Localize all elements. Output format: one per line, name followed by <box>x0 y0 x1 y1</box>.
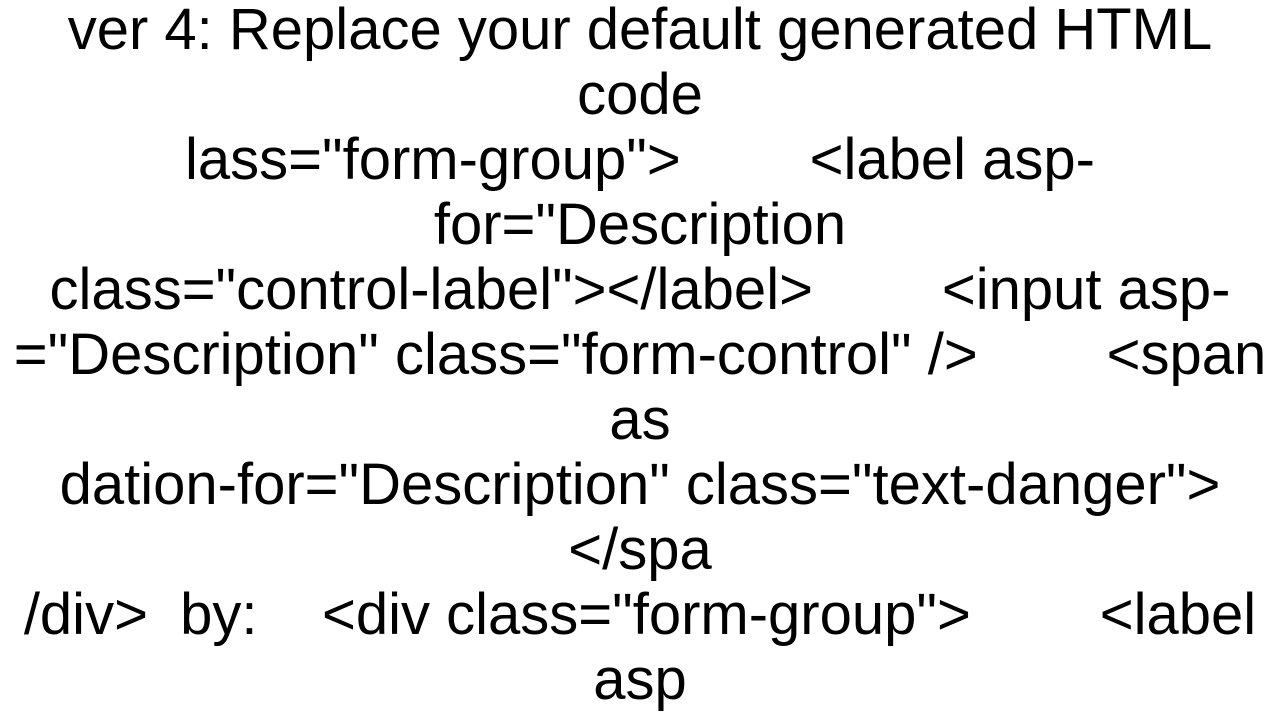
answer-text-block: ver 4: Replace your default generated HT… <box>0 0 1280 720</box>
